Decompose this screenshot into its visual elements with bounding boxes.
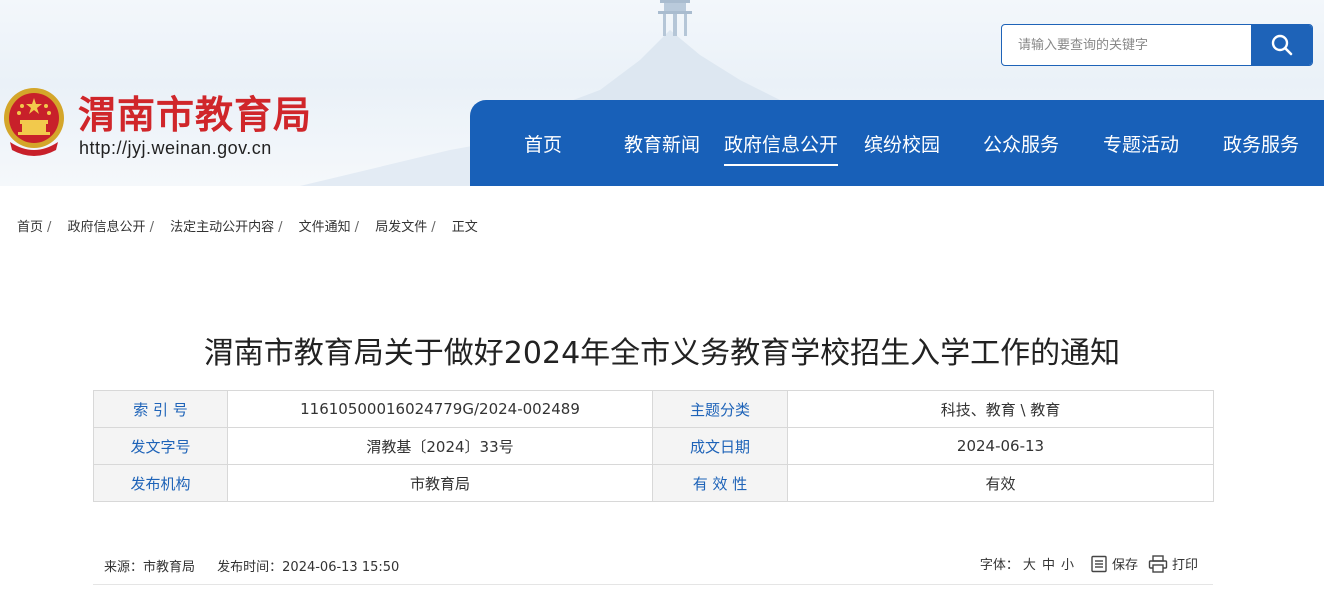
- index-number-value: 11610500016024779G/2024-002489: [227, 390, 653, 428]
- breadcrumb-notices[interactable]: 文件通知: [299, 220, 351, 235]
- search-input[interactable]: [1002, 25, 1252, 65]
- print-button[interactable]: 打印: [1148, 554, 1198, 573]
- print-label: 打印: [1171, 558, 1198, 573]
- issuing-agency-label: 发布机构: [93, 464, 228, 502]
- written-date-value: 2024-06-13: [787, 427, 1214, 465]
- nav-item-education-news[interactable]: 教育新闻: [624, 130, 700, 160]
- font-size-large[interactable]: 大: [1023, 554, 1036, 573]
- breadcrumb-legal-content[interactable]: 法定主动公开内容: [170, 220, 274, 235]
- font-size-medium[interactable]: 中: [1042, 554, 1055, 573]
- nav-item-campus[interactable]: 缤纷校园: [864, 130, 940, 160]
- article-title: 渭南市教育局关于做好2024年全市义务教育学校招生入学工作的通知: [203, 336, 1121, 371]
- font-size-label: 字体：: [979, 558, 1019, 573]
- pavilion-icon: [658, 0, 692, 36]
- font-size-small[interactable]: 小: [1061, 554, 1074, 573]
- print-icon: [1148, 554, 1168, 573]
- nav-item-gov-info[interactable]: 政府信息公开: [724, 130, 839, 166]
- search-button[interactable]: [1251, 25, 1312, 65]
- save-label: 保存: [1111, 558, 1138, 573]
- validity-value: 有效: [787, 464, 1214, 502]
- table-row: 索 引 号 11610500016024779G/2024-002489 主题分…: [93, 390, 1214, 428]
- breadcrumb-bureau-docs[interactable]: 局发文件: [375, 220, 427, 235]
- table-row: 发布机构 市教育局 有 效 性 有效: [93, 464, 1214, 502]
- divider: [93, 584, 1213, 585]
- topic-category-label: 主题分类: [652, 390, 788, 428]
- nav-item-public-service[interactable]: 公众服务: [983, 130, 1059, 160]
- nav-item-gov-service[interactable]: 政务服务: [1223, 130, 1299, 160]
- save-button[interactable]: 保存: [1090, 554, 1138, 573]
- article-publish-time: 发布时间：2024-06-13 15:50: [217, 560, 400, 575]
- nav-item-home[interactable]: 首页: [524, 130, 562, 160]
- site-name[interactable]: 渭南市教育局: [78, 84, 312, 139]
- breadcrumb-current: 正文: [451, 220, 478, 235]
- search-icon: [1271, 34, 1292, 56]
- breadcrumb: 首页 / 政府信息公开 / 法定主动公开内容 / 文件通知 / 局发文件 / 正文: [17, 220, 478, 235]
- site-url: http://jyj.weinan.gov.cn: [79, 138, 272, 158]
- search-box: [1001, 24, 1313, 66]
- index-number-label: 索 引 号: [93, 390, 228, 428]
- save-icon: [1091, 555, 1107, 572]
- issuing-agency-value: 市教育局: [227, 464, 653, 502]
- article-meta: 来源：市教育局 发布时间：2024-06-13 15:50: [104, 556, 417, 575]
- written-date-label: 成文日期: [652, 427, 788, 465]
- article-source: 来源：市教育局: [104, 560, 196, 575]
- site-header: 渭南市教育局 http://jyj.weinan.gov.cn 首页 教育新闻 …: [0, 0, 1324, 186]
- national-emblem-icon: [4, 88, 64, 156]
- main-nav: 首页 教育新闻 政府信息公开 缤纷校园 公众服务 专题活动 政务服务: [470, 100, 1324, 186]
- article-tools: 字体： 大 中 小 保存 打印: [980, 554, 1198, 573]
- table-row: 发文字号 渭教基〔2024〕33号 成文日期 2024-06-13: [93, 427, 1214, 465]
- breadcrumb-home[interactable]: 首页: [17, 220, 43, 235]
- document-number-label: 发文字号: [93, 427, 228, 465]
- nav-item-special-events[interactable]: 专题活动: [1103, 130, 1179, 160]
- document-info-table: 索 引 号 11610500016024779G/2024-002489 主题分…: [93, 390, 1214, 502]
- breadcrumb-gov-info[interactable]: 政府信息公开: [68, 220, 146, 235]
- topic-category-value: 科技、教育 \ 教育: [787, 390, 1214, 428]
- validity-label: 有 效 性: [652, 464, 788, 502]
- document-number-value: 渭教基〔2024〕33号: [227, 427, 653, 465]
